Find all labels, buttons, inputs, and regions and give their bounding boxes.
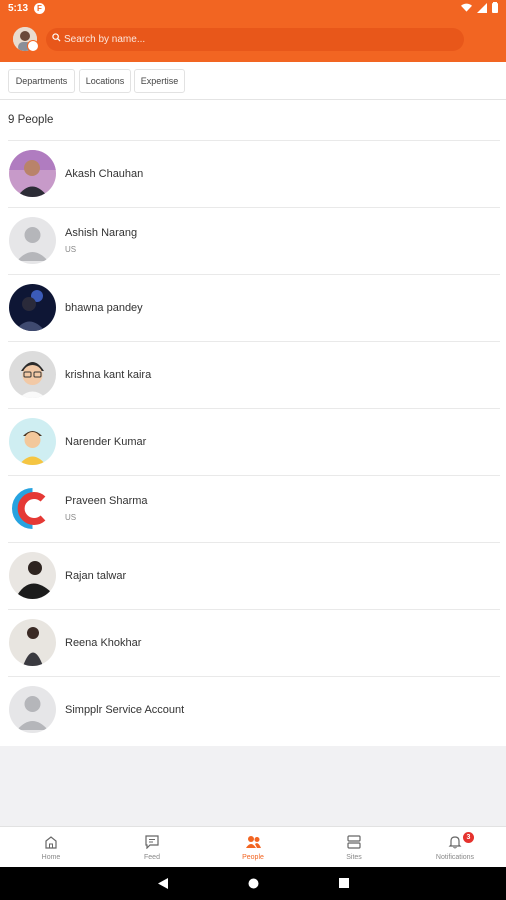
person-avatar	[9, 284, 56, 331]
person-avatar	[9, 485, 56, 532]
person-row[interactable]: Praveen Sharma US	[0, 476, 506, 543]
nav-people[interactable]: People	[203, 827, 303, 868]
recents-icon[interactable]	[339, 878, 349, 888]
search-input[interactable]	[64, 28, 454, 51]
search-bar[interactable]	[46, 28, 464, 51]
person-row[interactable]: Reena Khokhar	[0, 610, 506, 677]
avatar-status-badge	[27, 40, 39, 52]
search-icon	[52, 33, 61, 42]
sites-icon	[347, 835, 361, 849]
status-icons	[461, 2, 498, 13]
person-location: US	[65, 245, 77, 254]
person-row[interactable]: Simpplr Service Account	[0, 677, 506, 744]
nav-notifications-label: Notifications	[435, 854, 475, 861]
person-name: Akash Chauhan	[65, 168, 144, 180]
people-icon	[246, 836, 261, 848]
system-navigation-bar	[0, 867, 506, 900]
signal-icon	[477, 2, 487, 13]
nav-sites-label: Sites	[346, 854, 362, 861]
back-icon[interactable]	[158, 878, 168, 889]
nav-feed-label: Feed	[144, 854, 160, 861]
notification-count-badge: 3	[463, 832, 474, 843]
person-name: Reena Khokhar	[65, 637, 142, 649]
default-avatar-icon	[9, 686, 56, 733]
filter-expertise[interactable]: Expertise	[134, 69, 185, 93]
app-notification-icon: F	[34, 3, 45, 14]
nav-feed[interactable]: Feed	[102, 827, 202, 868]
nav-sites[interactable]: Sites	[304, 827, 404, 868]
bell-icon	[448, 836, 462, 849]
default-avatar-icon	[9, 217, 56, 264]
person-avatar	[9, 552, 56, 599]
person-row[interactable]: Ashish Narang US	[0, 208, 506, 275]
nav-people-label: People	[242, 854, 264, 861]
person-row[interactable]: Narender Kumar	[0, 409, 506, 476]
person-avatar	[9, 418, 56, 465]
people-count: 9 People	[8, 114, 54, 126]
filter-locations[interactable]: Locations	[79, 69, 131, 93]
bottom-navigation: Home Feed People Sites 3 Notifications	[0, 826, 506, 867]
person-row[interactable]: Akash Chauhan	[0, 141, 506, 208]
feed-icon	[145, 835, 159, 849]
person-row[interactable]: krishna kant kaira	[0, 342, 506, 409]
person-name: Praveen Sharma	[65, 495, 148, 507]
people-list: 9 People Akash Chauhan Ashish Narang US …	[0, 100, 506, 746]
filter-departments[interactable]: Departments	[8, 69, 75, 93]
home-icon	[45, 836, 57, 849]
person-name: Narender Kumar	[65, 436, 147, 448]
person-row[interactable]: Rajan talwar	[0, 543, 506, 610]
person-row[interactable]: bhawna pandey	[0, 275, 506, 342]
nav-home[interactable]: Home	[1, 827, 101, 868]
status-time: 5:13	[8, 3, 29, 14]
person-avatar	[9, 351, 56, 398]
home-button-icon[interactable]	[248, 878, 259, 889]
filter-bar: Departments Locations Expertise	[0, 62, 506, 100]
person-name: Rajan talwar	[65, 570, 127, 582]
person-name: bhawna pandey	[65, 302, 143, 314]
person-avatar	[9, 150, 56, 197]
nav-home-label: Home	[41, 854, 61, 861]
person-name: Ashish Narang	[65, 227, 138, 239]
person-avatar	[9, 619, 56, 666]
app-header: 5:13 F	[0, 0, 506, 62]
person-name: Simpplr Service Account	[65, 704, 185, 716]
battery-icon	[492, 2, 498, 13]
wifi-icon	[461, 3, 472, 12]
person-location: US	[65, 513, 77, 522]
person-name: krishna kant kaira	[65, 369, 152, 381]
status-bar: 5:13 F	[0, 0, 506, 18]
nav-notifications[interactable]: 3 Notifications	[405, 827, 505, 868]
